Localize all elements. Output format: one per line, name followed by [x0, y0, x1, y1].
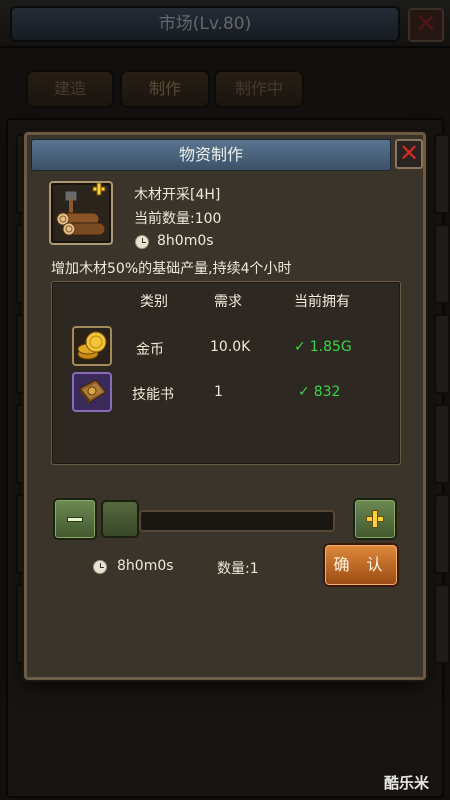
header-category: 类别 [140, 294, 168, 310]
table-row-required: 10.0K [210, 339, 251, 355]
clock-icon [135, 235, 149, 249]
check-icon: ✓ [298, 384, 310, 400]
table-row-owned: ✓ 1.85G [294, 339, 352, 355]
owned-value: 1.85G [309, 339, 352, 355]
item-icon-frame [49, 181, 113, 245]
table-row-category: 金币 [136, 342, 164, 358]
confirm-button[interactable]: 确 认 [323, 543, 399, 587]
table-row-owned: ✓ 832 [298, 384, 340, 400]
requirements-table: 类别 需求 当前拥有 金币 10.0K ✓ 1.85G 技能书 1 ✓ 832 [51, 281, 401, 465]
craft-quantity: 数量:1 [217, 561, 259, 577]
clock-icon [93, 560, 107, 574]
close-icon[interactable]: ✕ [395, 139, 423, 169]
owned-value: 832 [313, 384, 341, 400]
check-icon: ✓ [294, 339, 306, 355]
item-description: 增加木材50%的基础产量,持续4个小时 [51, 261, 292, 277]
increase-button[interactable] [353, 498, 397, 540]
item-quantity: 当前数量:100 [134, 211, 222, 227]
craft-dialog: 物资制作 ✕ 木材开采[4H] 当前数量:100 8h0m0s 增加木材50%的… [24, 132, 426, 680]
header-required: 需求 [214, 294, 242, 310]
quantity-slider-thumb[interactable] [101, 500, 139, 538]
table-row-required: 1 [214, 384, 223, 400]
minus-icon [67, 517, 83, 522]
table-row-category: 技能书 [132, 387, 174, 403]
skill-book-icon [72, 372, 112, 412]
wood-logs-icon [56, 182, 106, 236]
craft-duration: 8h0m0s [117, 558, 174, 574]
watermark-logo: 酷乐米 [384, 774, 430, 792]
decrease-button[interactable] [53, 498, 97, 540]
dialog-title: 物资制作 [31, 139, 391, 171]
gold-coin-icon [72, 326, 112, 366]
quantity-slider-track[interactable] [139, 510, 335, 532]
item-name: 木材开采[4H] [134, 187, 221, 203]
item-duration: 8h0m0s [157, 233, 214, 249]
header-owned: 当前拥有 [294, 294, 350, 310]
